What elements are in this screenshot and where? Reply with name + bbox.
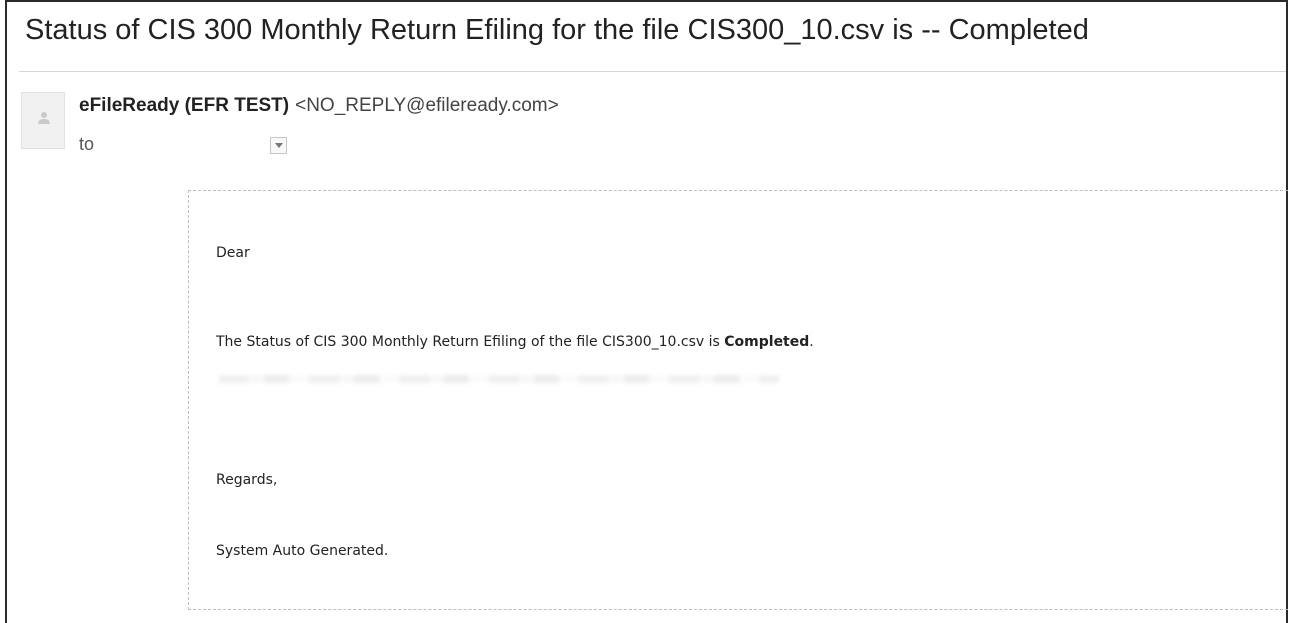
greeting-text: Dear [216, 245, 250, 261]
status-message: The Status of CIS 300 Monthly Return Efi… [216, 333, 814, 351]
status-value: Completed [724, 334, 810, 350]
show-details-button[interactable] [270, 137, 287, 154]
sender-name[interactable]: eFileReady (EFR TEST) [79, 95, 289, 116]
status-prefix: The Status of CIS 300 Monthly Return Efi… [216, 334, 725, 350]
sender-line: eFileReady (EFR TEST) <NO_REPLY@efileread… [79, 94, 559, 118]
recipient-label: to [79, 134, 95, 154]
message-body: Dear The Status of CIS 300 Monthly Retur… [188, 190, 1289, 610]
status-suffix: . [809, 334, 814, 350]
divider [19, 71, 1286, 72]
redacted-text [219, 375, 779, 383]
signature-text: System Auto Generated. [216, 543, 389, 559]
sender-avatar[interactable] [21, 92, 65, 149]
email-subject: Status of CIS 300 Monthly Return Efiling… [25, 14, 1089, 46]
subject-bar: Status of CIS 300 Monthly Return Efiling… [7, 2, 1286, 72]
chevron-down-icon [275, 143, 283, 148]
sender-email: <NO_REPLY@efileready.com> [295, 95, 559, 116]
closing-text: Regards, [216, 472, 278, 488]
person-avatar-icon [38, 112, 50, 124]
email-view: Status of CIS 300 Monthly Return Efiling… [5, 0, 1289, 623]
